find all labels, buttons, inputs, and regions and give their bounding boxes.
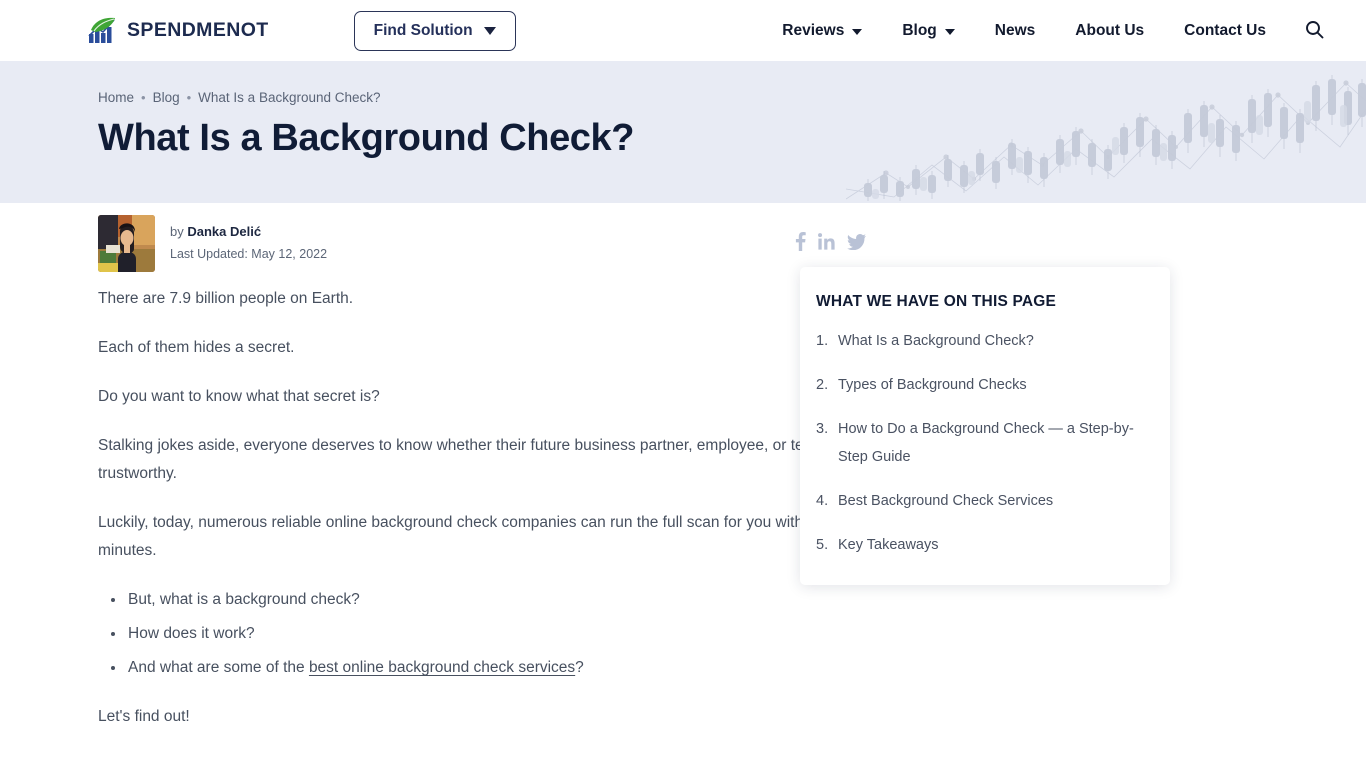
nav-label-news: News bbox=[994, 21, 1036, 39]
nav-label-blog: Blog bbox=[902, 21, 937, 39]
list-item: How does it work? bbox=[98, 620, 873, 648]
table-of-contents-card: WHAT WE HAVE ON THIS PAGE What Is a Back… bbox=[800, 267, 1170, 585]
caret-down-icon bbox=[483, 26, 496, 35]
page-title: What Is a Background Check? bbox=[98, 117, 635, 159]
search-icon bbox=[1305, 20, 1324, 42]
nav-label-reviews: Reviews bbox=[782, 21, 845, 39]
breadcrumb-item-home[interactable]: Home bbox=[98, 90, 134, 105]
spendmenot-logo-icon bbox=[88, 17, 118, 45]
toc-item: Key Takeaways bbox=[816, 531, 1148, 559]
toc-link-2[interactable]: Types of Background Checks bbox=[838, 377, 1027, 393]
linkedin-icon[interactable] bbox=[818, 233, 835, 250]
site-header: SPENDMENOT Find Solution Reviews Blog Ne… bbox=[0, 0, 1366, 61]
main-navigation: Reviews Blog News About Us Contact Us bbox=[762, 11, 1366, 51]
find-solution-button[interactable]: Find Solution bbox=[353, 10, 516, 51]
toc-link-3[interactable]: How to Do a Background Check — a Step-by… bbox=[838, 421, 1134, 465]
breadcrumb: Home • Blog • What Is a Background Check… bbox=[98, 61, 1366, 105]
author-name: Danka Delić bbox=[187, 224, 262, 240]
brand-name: SPENDMENOT bbox=[127, 19, 269, 41]
nav-item-news[interactable]: News bbox=[975, 22, 1056, 40]
list-item-text-before: And what are some of the bbox=[128, 659, 309, 676]
closing-paragraph: Let's find out! bbox=[98, 708, 190, 725]
chevron-down-icon bbox=[944, 28, 955, 35]
breadcrumb-separator: • bbox=[186, 90, 192, 105]
best-services-link[interactable]: best online background check services bbox=[309, 659, 575, 676]
nav-label-about-us: About Us bbox=[1075, 21, 1145, 39]
nav-item-contact-us[interactable]: Contact Us bbox=[1164, 22, 1286, 40]
content-area: There are 7.9 billion people on Earth. E… bbox=[0, 265, 1366, 731]
paragraph: Stalking jokes aside, everyone deserves … bbox=[98, 437, 850, 482]
nav-item-reviews[interactable]: Reviews bbox=[762, 22, 882, 40]
article-body: There are 7.9 billion people on Earth. E… bbox=[98, 265, 873, 731]
search-button[interactable] bbox=[1286, 11, 1342, 51]
question-list: But, what is a background check? How doe… bbox=[98, 586, 873, 682]
avatar bbox=[98, 214, 155, 272]
nav-item-blog[interactable]: Blog bbox=[882, 22, 974, 40]
byline-row: by Danka Delić Last Updated: May 12, 202… bbox=[0, 203, 1366, 272]
toc-title: WHAT WE HAVE ON THIS PAGE bbox=[816, 293, 1057, 310]
list-item-text-after: ? bbox=[575, 659, 584, 676]
breadcrumb-item-current: What Is a Background Check? bbox=[198, 90, 381, 105]
facebook-icon[interactable] bbox=[795, 232, 806, 251]
paragraph: Do you want to know what that secret is? bbox=[98, 388, 380, 405]
toc-item: What Is a Background Check? bbox=[816, 327, 1148, 355]
last-updated: Last Updated: May 12, 2022 bbox=[170, 246, 328, 261]
toc-item: Types of Background Checks bbox=[816, 371, 1148, 399]
nav-label-contact-us: Contact Us bbox=[1184, 21, 1266, 39]
toc-list: What Is a Background Check? Types of Bac… bbox=[816, 327, 1148, 559]
share-icons bbox=[795, 232, 866, 251]
author-line: by Danka Delić bbox=[170, 223, 327, 242]
toc-link-1[interactable]: What Is a Background Check? bbox=[838, 333, 1034, 349]
list-item: But, what is a background check? bbox=[98, 586, 873, 614]
by-prefix: by bbox=[170, 224, 188, 240]
find-solution-label: Find Solution bbox=[373, 21, 473, 39]
twitter-icon[interactable] bbox=[847, 233, 866, 250]
paragraph: Each of them hides a secret. bbox=[98, 339, 295, 356]
byline-text: by Danka Delić Last Updated: May 12, 202… bbox=[170, 223, 327, 263]
nav-item-about-us[interactable]: About Us bbox=[1055, 22, 1164, 40]
list-item: And what are some of the best online bac… bbox=[98, 654, 873, 682]
brand-logo[interactable]: SPENDMENOT bbox=[88, 17, 269, 45]
breadcrumb-separator: • bbox=[141, 90, 146, 105]
paragraph: Luckily, today, numerous reliable online… bbox=[98, 514, 816, 559]
paragraph: There are 7.9 billion people on Earth. bbox=[98, 290, 354, 307]
breadcrumb-item-blog[interactable]: Blog bbox=[153, 90, 180, 105]
hero-section: Home • Blog • What Is a Background Check… bbox=[0, 61, 1366, 203]
chevron-down-icon bbox=[852, 28, 863, 35]
toc-link-5[interactable]: Key Takeaways bbox=[838, 537, 938, 553]
toc-item: How to Do a Background Check — a Step-by… bbox=[816, 415, 1148, 471]
toc-link-4[interactable]: Best Background Check Services bbox=[838, 493, 1053, 509]
toc-item: Best Background Check Services bbox=[816, 487, 1148, 515]
